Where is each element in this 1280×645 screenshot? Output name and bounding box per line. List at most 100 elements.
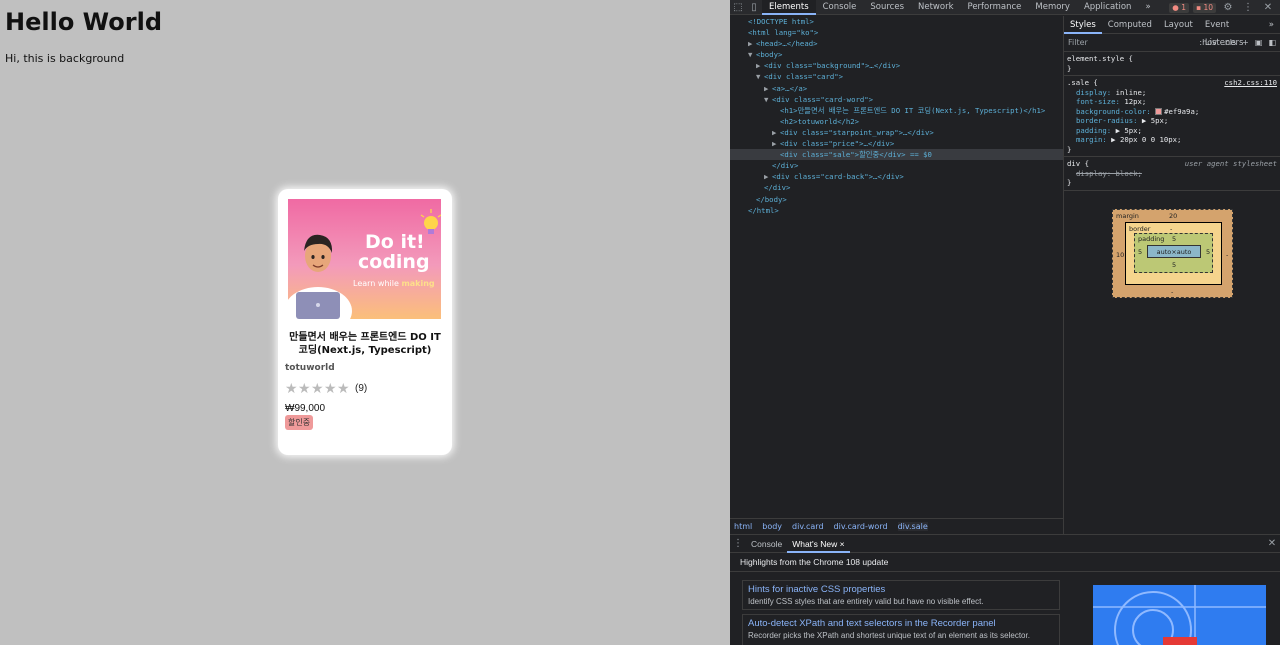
css-prop-margin[interactable]: margin: ▶ 20px 0 0 10px;	[1067, 135, 1277, 145]
dom-node-line[interactable]: <div class="sale">할인중</div> == $0	[730, 149, 1063, 161]
dom-node-line[interactable]: ▼ <body>	[730, 49, 1063, 60]
box-model-margin-top[interactable]: 20	[1169, 212, 1177, 220]
tab-sources[interactable]: Sources	[863, 0, 911, 15]
styles-pane: Styles Computed Layout Event Listeners »…	[1063, 15, 1280, 534]
whats-new-item-title[interactable]: Hints for inactive CSS properties	[748, 584, 1054, 595]
tab-memory[interactable]: Memory	[1028, 0, 1077, 15]
dom-node-code: <div class="background">…</div>	[764, 61, 901, 71]
expand-triangle-icon[interactable]: ▶	[764, 171, 772, 182]
css-prop-font-size[interactable]: font-size: 12px;	[1067, 97, 1277, 107]
more-styles-tabs-button[interactable]: »	[1263, 16, 1280, 34]
whats-new-item[interactable]: Hints for inactive CSS properties Identi…	[742, 580, 1060, 610]
device-toolbar-icon[interactable]: ▯	[746, 0, 762, 15]
dom-node-line[interactable]: ▶ <div class="starpoint_wrap">…</div>	[730, 127, 1063, 138]
dom-node-code: </body>	[756, 194, 787, 204]
hov-toggle[interactable]: :hov	[1199, 38, 1216, 47]
dom-node-line[interactable]: </div>	[730, 160, 1063, 171]
breadcrumb-div-card-word[interactable]: div.card-word	[834, 522, 888, 531]
collapse-triangle-icon[interactable]: ▼	[756, 71, 764, 82]
tab-layout[interactable]: Layout	[1158, 16, 1199, 34]
dom-node-line[interactable]: ▶ <a>…</a>	[730, 83, 1063, 94]
close-icon[interactable]: ✕	[1260, 0, 1276, 15]
box-model-content[interactable]: auto×auto	[1147, 245, 1201, 258]
tab-application[interactable]: Application	[1077, 0, 1139, 15]
issues-badge[interactable]: ▪ 10	[1192, 2, 1216, 13]
tab-elements[interactable]: Elements	[762, 0, 816, 15]
expand-triangle-icon[interactable]: ▶	[772, 127, 780, 138]
more-tabs-button[interactable]: »	[1138, 0, 1157, 15]
sidebar-toggle-icon[interactable]: ◧	[1268, 38, 1276, 47]
elements-dom-tree[interactable]: <!DOCTYPE html> <html lang="ko"> ▶ <head>…<…	[730, 16, 1063, 518]
paint-icon[interactable]: ▣	[1255, 38, 1263, 47]
drawer-tab-whats-new[interactable]: What's New ×	[787, 534, 850, 553]
box-model-border-value[interactable]: -	[1170, 225, 1172, 233]
box-model-margin-right[interactable]: -	[1226, 251, 1228, 259]
dom-node-line[interactable]: <h2>totuworld</h2>	[730, 116, 1063, 127]
box-model-margin-left[interactable]: 10	[1116, 251, 1124, 259]
dom-node-line[interactable]: ▶ <div class="card-back">…</div>	[730, 171, 1063, 182]
settings-gear-icon[interactable]: ⚙	[1220, 0, 1236, 15]
box-model-padding-right[interactable]: 5	[1206, 248, 1210, 256]
page-heading: Hello World	[5, 8, 163, 36]
breadcrumb-div-card[interactable]: div.card	[792, 522, 823, 531]
color-swatch-icon[interactable]	[1155, 108, 1163, 115]
box-model-padding-left[interactable]: 5	[1138, 248, 1142, 256]
css-prop-padding[interactable]: padding: ▶ 5px;	[1067, 126, 1277, 136]
dom-node-line[interactable]: ▼ <div class="card">	[730, 71, 1063, 82]
css-prop-border-radius[interactable]: border-radius: ▶ 5px;	[1067, 116, 1277, 126]
breadcrumb-div-sale[interactable]: div.sale	[897, 521, 928, 531]
tab-performance[interactable]: Performance	[961, 0, 1029, 15]
dom-node-line[interactable]: ▶ <div class="background">…</div>	[730, 60, 1063, 71]
error-badge[interactable]: ● 1	[1169, 2, 1189, 13]
dom-node-line[interactable]: ▶ <div class="price">…</div>	[730, 138, 1063, 149]
inspect-element-icon[interactable]: ⬚	[730, 0, 746, 15]
dom-node-line[interactable]: </div>	[730, 182, 1063, 193]
close-tab-icon[interactable]: ×	[840, 539, 845, 549]
devtools-drawer: ⋮ Console What's New × ✕ Highlights from…	[730, 534, 1280, 645]
cls-toggle[interactable]: .cls	[1223, 38, 1236, 47]
expand-triangle-icon[interactable]: ▶	[764, 83, 772, 94]
dom-node-line[interactable]: <h1>만들면서 배우는 프론트엔드 DO IT 코딩(Next.js, Typ…	[730, 105, 1063, 116]
tab-event-listeners[interactable]: Event Listeners	[1199, 16, 1263, 48]
dom-node-code: <div class="price">…</div>	[780, 139, 895, 149]
css-prop-value: ▶ 20px 0 0 10px;	[1111, 135, 1182, 144]
tab-styles[interactable]: Styles	[1064, 15, 1102, 34]
dom-node-line[interactable]: <!DOCTYPE html>	[730, 16, 1063, 27]
box-model-padding-label: padding	[1138, 235, 1165, 243]
box-model-margin-bottom[interactable]: -	[1171, 288, 1173, 296]
dom-node-line[interactable]: </body>	[730, 194, 1063, 205]
whats-new-item-title[interactable]: Auto-detect XPath and text selectors in …	[748, 618, 1054, 629]
drawer-menu-icon[interactable]: ⋮	[730, 536, 746, 551]
collapse-triangle-icon[interactable]: ▼	[748, 49, 756, 60]
dom-node-line[interactable]: ▼ <div class="card-word">	[730, 94, 1063, 105]
sale-rule[interactable]: .sale { csh2.css:110 display: inline; fon…	[1064, 76, 1280, 157]
sale-rule-source-link[interactable]: csh2.css:110	[1224, 78, 1277, 88]
dom-node-line[interactable]: <html lang="ko">	[730, 27, 1063, 38]
expand-triangle-icon[interactable]: ▶	[756, 60, 764, 71]
breadcrumb-html[interactable]: html	[734, 522, 752, 531]
css-prop-background-color[interactable]: background-color: #ef9a9a;	[1067, 107, 1277, 117]
dom-node-line[interactable]: </html>	[730, 205, 1063, 216]
filter-input[interactable]: Filter	[1068, 38, 1088, 47]
tab-network[interactable]: Network	[911, 0, 961, 15]
whats-new-item[interactable]: Auto-detect XPath and text selectors in …	[742, 614, 1060, 645]
collapse-triangle-icon[interactable]: ▼	[764, 94, 772, 105]
box-model-padding-top[interactable]: 5	[1172, 235, 1176, 243]
product-card[interactable]: Do it! coding Learn while making 만들면서 배우…	[278, 189, 452, 455]
sale-rule-selector: .sale {	[1067, 78, 1098, 87]
expand-triangle-icon[interactable]: ▶	[772, 138, 780, 149]
box-model-padding-bottom[interactable]: 5	[1172, 261, 1176, 269]
css-prop-display[interactable]: display: inline;	[1067, 88, 1277, 98]
kebab-menu-icon[interactable]: ⋮	[1240, 0, 1256, 15]
tab-console[interactable]: Console	[816, 0, 864, 15]
expand-triangle-icon[interactable]: ▶	[748, 38, 756, 49]
dom-node-line[interactable]: ▶ <head>…</head>	[730, 38, 1063, 49]
add-rule-icon[interactable]: +	[1242, 38, 1249, 47]
element-style-rule[interactable]: element.style { }	[1064, 52, 1280, 76]
breadcrumb-body[interactable]: body	[762, 522, 782, 531]
rating-count: (9)	[355, 382, 368, 394]
course-thumbnail[interactable]: Do it! coding Learn while making	[288, 199, 441, 319]
drawer-tab-console[interactable]: Console	[746, 535, 787, 553]
tab-computed[interactable]: Computed	[1102, 16, 1158, 34]
close-drawer-icon[interactable]: ✕	[1264, 536, 1280, 551]
